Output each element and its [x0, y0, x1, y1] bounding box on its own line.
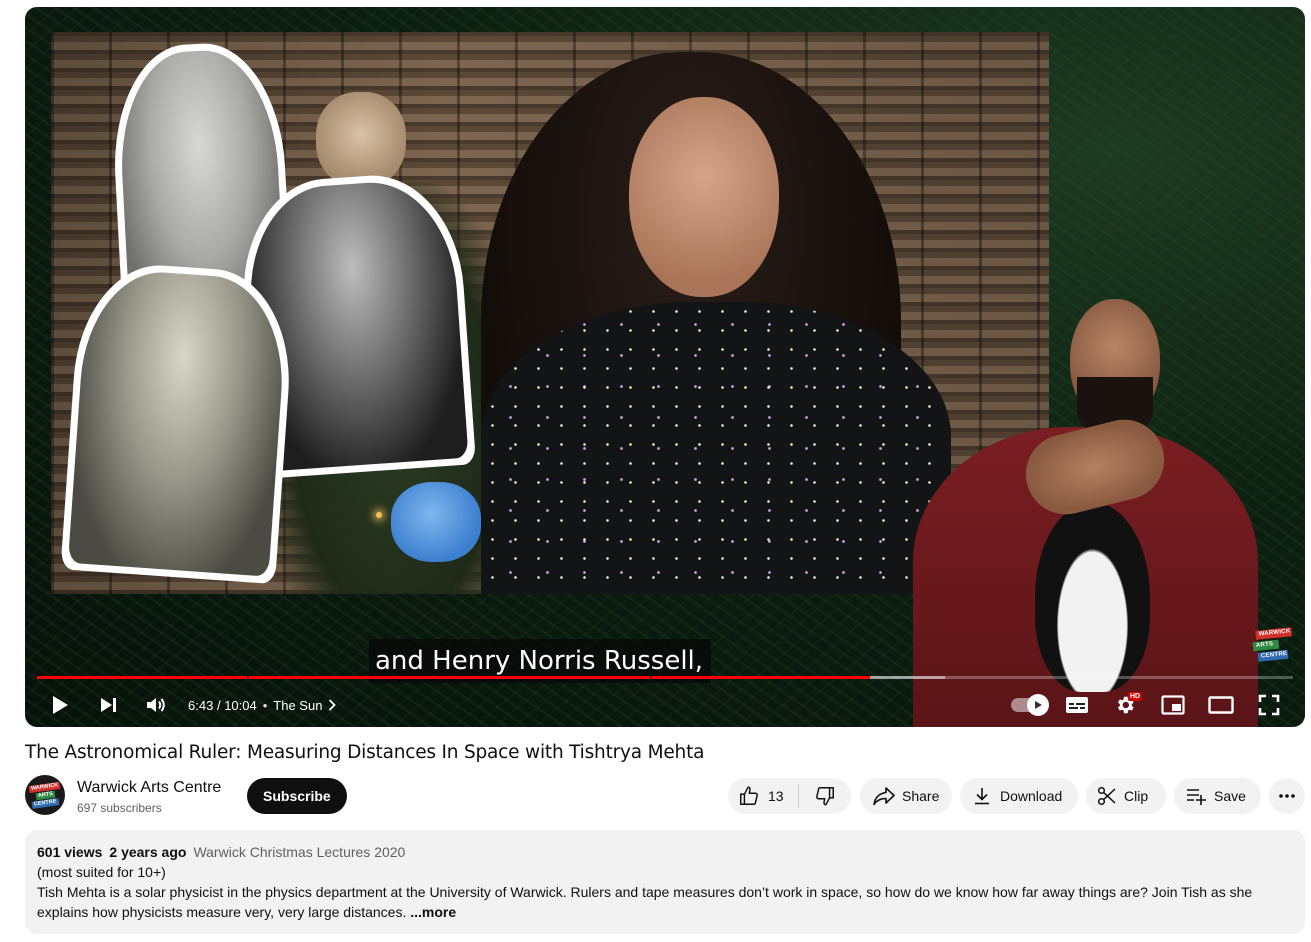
like-dislike-group: 13 — [728, 778, 851, 814]
portrait-cutout-man-glasses — [60, 259, 297, 585]
video-frame[interactable] — [51, 32, 1049, 594]
view-count: 601 views — [37, 844, 103, 860]
blue-plush-toy — [391, 482, 481, 562]
play-button[interactable] — [36, 683, 84, 727]
like-count: 13 — [768, 788, 784, 804]
miniplayer-button[interactable] — [1149, 683, 1197, 727]
more-actions-button[interactable] — [1269, 778, 1305, 814]
volume-icon — [147, 698, 165, 712]
hd-badge: HD — [1128, 692, 1143, 701]
autoplay-toggle[interactable] — [1005, 683, 1053, 727]
thumbs-up-icon — [740, 786, 758, 805]
description-audience-note: (most suited for 10+) — [37, 864, 166, 880]
presenter-face — [629, 97, 779, 297]
download-button[interactable]: Download — [960, 778, 1078, 814]
subscribe-button[interactable]: Subscribe — [247, 778, 347, 814]
progress-bar[interactable] — [37, 676, 1293, 679]
volume-button[interactable] — [132, 683, 180, 727]
dislike-button[interactable] — [799, 778, 851, 814]
description-box[interactable]: 601 views 2 years ago Warwick Christmas … — [25, 830, 1305, 934]
chapter-marker — [246, 676, 249, 679]
like-button[interactable]: 13 — [728, 778, 798, 814]
thumbs-down-icon — [815, 787, 834, 806]
scissors-icon — [1097, 786, 1116, 806]
subscriber-count: 697 subscribers — [77, 801, 162, 815]
player-controls: 6:43 / 10:04 • The Sun HD — [25, 683, 1305, 727]
progress-played — [37, 676, 870, 679]
time-display: 6:43 / 10:04 — [188, 698, 257, 713]
autoplay-icon — [1027, 694, 1049, 716]
chapter-bullet: • — [262, 697, 268, 713]
chapter-marker — [649, 676, 652, 679]
miniplayer-icon — [1161, 695, 1185, 715]
share-icon — [873, 787, 895, 806]
channel-name-link[interactable]: Warwick Arts Centre — [77, 779, 221, 797]
presenter-shirt — [481, 302, 951, 594]
fullscreen-icon — [1258, 694, 1280, 716]
plush-toy — [316, 92, 406, 187]
more-icon — [1279, 794, 1295, 798]
fullscreen-button[interactable] — [1245, 683, 1293, 727]
theater-icon — [1208, 696, 1234, 714]
channel-avatar[interactable]: WARWICK ARTS CENTRE — [25, 775, 65, 815]
description-meta: 601 views 2 years ago Warwick Christmas … — [37, 842, 1293, 862]
duration: 10:04 — [224, 697, 257, 713]
chevron-right-icon — [329, 699, 337, 711]
play-icon — [53, 696, 68, 714]
show-more-link[interactable]: ...more — [410, 904, 456, 920]
theater-mode-button[interactable] — [1197, 683, 1245, 727]
chapter-title: The Sun — [273, 697, 323, 713]
owner-actions-row: WARWICK ARTS CENTRE Warwick Arts Centre … — [25, 774, 1305, 820]
description-text: Tish Mehta is a solar physicist in the p… — [37, 884, 1253, 920]
playlist-link[interactable]: Warwick Christmas Lectures 2020 — [193, 842, 405, 862]
time-separator: / — [216, 697, 221, 713]
clip-button[interactable]: Clip — [1086, 778, 1166, 814]
playlist-add-icon — [1187, 789, 1206, 805]
next-icon — [101, 698, 116, 712]
subtitles-button[interactable] — [1053, 683, 1101, 727]
chapter-button[interactable]: The Sun — [273, 697, 337, 713]
video-player[interactable]: WARWICK ARTS CENTRE and Henry Norris Rus… — [25, 7, 1305, 727]
share-button[interactable]: Share — [860, 778, 952, 814]
current-time: 6:43 — [188, 697, 214, 713]
next-button[interactable] — [84, 683, 132, 727]
save-button[interactable]: Save — [1174, 778, 1261, 814]
video-title: The Astronomical Ruler: Measuring Distan… — [25, 742, 705, 763]
settings-button[interactable]: HD — [1101, 683, 1149, 727]
subtitles-icon — [1066, 697, 1088, 713]
warwick-arts-centre-watermark: WARWICK ARTS CENTRE — [1252, 627, 1294, 665]
download-icon — [975, 788, 989, 805]
penguin-sweater-print — [1035, 502, 1150, 692]
upload-age: 2 years ago — [109, 844, 187, 860]
